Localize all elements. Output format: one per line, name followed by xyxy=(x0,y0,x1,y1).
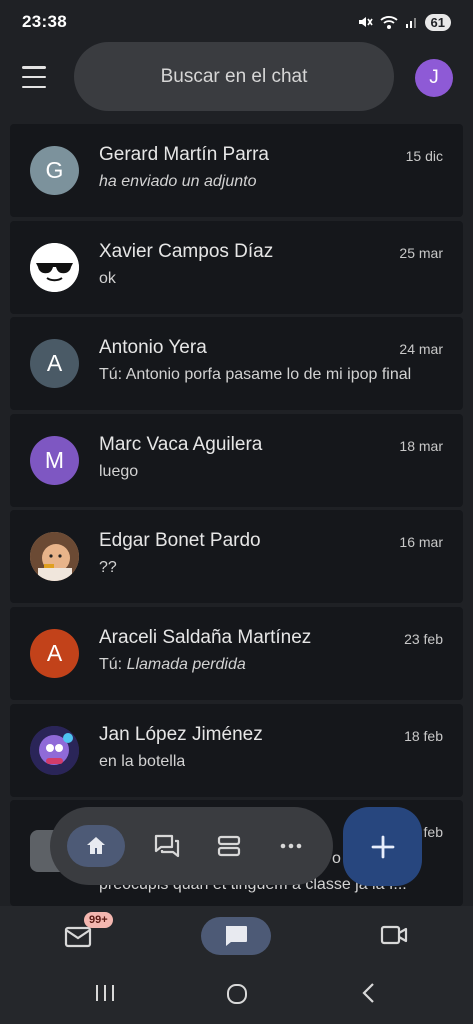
snippet-text: ok xyxy=(99,269,116,287)
meet-tab[interactable] xyxy=(380,924,408,951)
snippet-text: Llamada perdida xyxy=(126,655,246,673)
snippet-sender: Tú: xyxy=(99,655,127,673)
chat-date: 18 mar xyxy=(399,437,443,454)
floating-nav xyxy=(50,807,333,885)
system-navigation-bar xyxy=(0,966,473,1024)
avatar xyxy=(30,532,79,582)
chat-list-item[interactable]: Xavier Campos Díaz 25 mar ok xyxy=(10,220,463,314)
menu-icon-line xyxy=(22,75,46,79)
search-input[interactable]: Buscar en el chat xyxy=(74,42,394,111)
mail-tab[interactable] xyxy=(64,926,94,948)
chat-icon xyxy=(226,926,247,946)
spaces-button[interactable] xyxy=(209,825,249,867)
chat-date: 15 dic xyxy=(405,148,443,164)
status-icons: 61 xyxy=(357,13,451,31)
chat-list-item[interactable]: A Araceli Saldaña Martínez 23 feb Tú: Llama… xyxy=(10,606,463,700)
chat-date: 16 mar xyxy=(399,534,443,551)
chat-name: Marc Vaca Aguilera xyxy=(99,433,263,455)
sunglasses-icon xyxy=(30,242,79,292)
chat-name: Jan López Jiménez xyxy=(99,723,263,745)
chat-name: Edgar Bonet Pardo xyxy=(99,530,261,552)
chat-snippet: ?? xyxy=(99,559,117,577)
chat-list-item[interactable]: Edgar Bonet Pardo 16 mar?? xyxy=(10,510,463,604)
chat-name: Xavier Campos Díaz xyxy=(99,240,274,262)
avatar: A xyxy=(30,339,79,389)
back-icon[interactable] xyxy=(359,982,379,1004)
chat-date: feb xyxy=(423,824,443,840)
chat-name: Antonio Yera xyxy=(99,337,207,359)
chat-snippet: en la botella xyxy=(99,753,185,771)
chat-snippet: ha enviado un adjunto xyxy=(99,173,256,191)
video-camera-icon xyxy=(380,925,408,945)
home-icon xyxy=(87,837,105,854)
conversations-button[interactable] xyxy=(147,825,187,867)
chat-snippet: Tú: Llamada perdida xyxy=(99,656,246,674)
account-avatar[interactable]: J xyxy=(415,59,453,97)
chat-list: G Gerard Martín Parra 15 dic ha enviado un … xyxy=(10,124,463,800)
snippet-text: ?? xyxy=(99,559,117,577)
home-system-icon[interactable] xyxy=(225,982,249,1006)
chat-snippet: ok xyxy=(99,270,116,288)
menu-button[interactable] xyxy=(22,66,48,88)
chat-list-item[interactable]: M Marc Vaca Aguilera 18 mar luego xyxy=(10,413,463,507)
chat-date: 25 mar xyxy=(399,244,443,261)
avatar xyxy=(30,242,79,292)
status-time: 23:38 xyxy=(22,12,67,31)
mail-count-badge: 99+ xyxy=(84,912,113,928)
chat-name: Gerard Martín Parra xyxy=(99,144,269,165)
chat-snippet-fragment: o xyxy=(332,850,341,867)
snippet-text: en la botella xyxy=(99,752,186,770)
photo-icon xyxy=(30,532,79,582)
menu-icon-line xyxy=(22,85,46,88)
new-chat-fab[interactable] xyxy=(343,807,422,886)
snippet-text: Antonio porfa pasame lo de mi ipop final xyxy=(125,366,412,384)
mail-icon xyxy=(64,926,92,948)
avatar: M xyxy=(30,435,79,485)
menu-icon-line xyxy=(22,66,46,69)
home-button[interactable] xyxy=(67,825,125,867)
top-app-bar: Buscar en el chat J xyxy=(0,42,473,112)
battery-indicator: 61 xyxy=(424,13,451,31)
snippet-sender: Tú: xyxy=(99,366,126,384)
chat-list-item[interactable]: A Antonio Yera 24 mar Tú: Antonio porfa pas… xyxy=(10,317,463,411)
chat-name: Araceli Saldaña Martínez xyxy=(99,626,312,648)
recent-apps-icon[interactable] xyxy=(94,982,116,1004)
chat-snippet: Tú: Antonio porfa pasame lo de mi ipop f… xyxy=(99,366,411,384)
avatar: G xyxy=(30,146,79,195)
spaces-icon xyxy=(217,835,241,857)
character-icon xyxy=(30,725,79,775)
chat-tab[interactable] xyxy=(201,917,271,955)
chat-date: 23 feb xyxy=(404,630,443,647)
status-bar: 23:38 61 xyxy=(0,0,473,44)
bottom-app-bar: 99+ xyxy=(0,906,473,966)
more-horizontal-icon xyxy=(280,843,302,849)
signal-icon xyxy=(405,18,416,28)
avatar: A xyxy=(30,628,79,678)
snippet-text: luego xyxy=(99,462,139,480)
screen: 23:38 61 Buscar en el chat J G Gerard Mar… xyxy=(0,0,473,1024)
more-button[interactable] xyxy=(271,825,311,867)
forum-icon xyxy=(154,834,180,858)
snippet-text: ha enviado un adjunto xyxy=(99,173,257,190)
chat-date: 18 feb xyxy=(404,727,443,744)
chat-list-item[interactable]: Jan López Jiménez 18 feb en la botella xyxy=(10,703,463,797)
plus-icon xyxy=(371,835,394,858)
chat-date: 24 mar xyxy=(399,341,443,358)
mute-icon xyxy=(358,17,373,27)
chat-snippet: luego xyxy=(99,463,138,481)
avatar xyxy=(30,725,79,775)
wifi-icon xyxy=(379,16,398,29)
chat-list-item[interactable]: G Gerard Martín Parra 15 dic ha enviado un … xyxy=(10,124,463,217)
